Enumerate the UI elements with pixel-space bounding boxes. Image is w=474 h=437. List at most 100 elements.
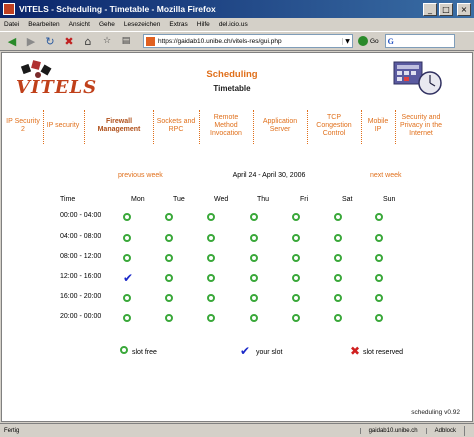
chevron-down-icon[interactable]: ▼: [342, 37, 352, 45]
nav-mobile-ip[interactable]: Mobile IP: [364, 102, 392, 150]
timetable-clock-icon: [393, 61, 442, 95]
stop-icon[interactable]: ✖: [61, 33, 77, 49]
next-week-link[interactable]: next week: [370, 172, 402, 179]
slot-free-icon[interactable]: [123, 294, 131, 302]
slot-free-icon[interactable]: [292, 234, 300, 242]
slot-free-icon[interactable]: [334, 294, 342, 302]
slot-free-icon[interactable]: [292, 274, 300, 282]
search-input[interactable]: G: [384, 34, 455, 48]
menu-edit[interactable]: Bearbeiten: [28, 21, 59, 28]
day-header-fri: Fri: [300, 196, 309, 203]
minimize-button[interactable]: _: [423, 2, 437, 16]
previous-week-link[interactable]: previous week: [118, 172, 163, 179]
menu-help[interactable]: Hilfe: [197, 21, 210, 28]
time-column-header: Time: [60, 196, 76, 203]
time-slot-label: 12:00 - 16:00: [60, 273, 102, 280]
slot-free-icon[interactable]: [375, 213, 383, 221]
slot-free-icon[interactable]: [165, 213, 173, 221]
slot-free-icon[interactable]: [375, 314, 383, 322]
nav-ip-security[interactable]: IP security: [46, 102, 80, 150]
slot-free-icon[interactable]: [250, 254, 258, 262]
status-adblock[interactable]: Adblock: [425, 427, 464, 434]
slot-free-icon[interactable]: [334, 213, 342, 221]
menu-tools[interactable]: Extras: [169, 21, 187, 28]
slot-free-icon[interactable]: [207, 274, 215, 282]
slot-free-icon: [120, 346, 128, 354]
window-title: VITELS - Scheduling - Timetable - Mozill…: [19, 4, 216, 14]
firefox-icon: [3, 3, 15, 15]
bookmark-star-icon[interactable]: ☆: [99, 33, 115, 49]
nav-firewall-management[interactable]: Firewall Management: [88, 102, 150, 150]
time-slot-label: 20:00 - 00:00: [60, 313, 102, 320]
status-host: gaidab10.unibe.ch: [359, 427, 426, 434]
nav-security-privacy[interactable]: Security and Privacy in the Internet: [398, 102, 444, 150]
menu-bookmarks[interactable]: Lesezeichen: [124, 21, 161, 28]
address-bar[interactable]: https://gaidab10.unibe.ch/vitels-res/gui…: [143, 34, 353, 48]
time-slot-label: 16:00 - 20:00: [60, 293, 102, 300]
slot-free-icon[interactable]: [165, 274, 173, 282]
reload-icon[interactable]: ↻: [42, 33, 58, 49]
resize-grip-icon[interactable]: [464, 425, 474, 436]
menu-view[interactable]: Ansicht: [69, 21, 90, 28]
slot-free-icon[interactable]: [292, 314, 300, 322]
slot-free-icon[interactable]: [165, 234, 173, 242]
print-icon[interactable]: ▤: [118, 33, 134, 49]
slot-free-icon[interactable]: [334, 234, 342, 242]
slot-free-icon[interactable]: [375, 294, 383, 302]
time-slot-label: 08:00 - 12:00: [60, 253, 102, 260]
status-bar: Fertig gaidab10.unibe.ch Adblock: [0, 423, 474, 437]
slot-free-icon[interactable]: [334, 314, 342, 322]
slot-free-icon[interactable]: [165, 314, 173, 322]
maximize-button[interactable]: □: [439, 2, 453, 16]
address-url[interactable]: https://gaidab10.unibe.ch/vitels-res/gui…: [158, 38, 342, 45]
nav-ip-security-2[interactable]: IP Security 2: [6, 102, 40, 150]
menu-delicious[interactable]: del.icio.us: [219, 21, 248, 28]
close-button[interactable]: ×: [457, 2, 471, 16]
slot-free-icon[interactable]: [207, 294, 215, 302]
slot-free-icon[interactable]: [292, 294, 300, 302]
day-header-wed: Wed: [214, 196, 229, 203]
back-arrow-icon[interactable]: ◀: [4, 33, 20, 49]
slot-free-icon[interactable]: [165, 254, 173, 262]
slot-free-icon[interactable]: [292, 213, 300, 221]
go-button[interactable]: Go: [370, 38, 379, 45]
slot-free-icon[interactable]: [375, 274, 383, 282]
slot-free-icon[interactable]: [123, 314, 131, 322]
home-icon[interactable]: ⌂: [80, 33, 96, 49]
slot-free-icon[interactable]: [207, 213, 215, 221]
nav-sockets-rpc[interactable]: Sockets and RPC: [156, 102, 196, 150]
menu-go[interactable]: Gehe: [99, 21, 115, 28]
slot-free-icon[interactable]: [375, 234, 383, 242]
slot-free-icon[interactable]: [250, 294, 258, 302]
forward-arrow-icon[interactable]: ▶: [23, 33, 39, 49]
navigation-toolbar: ◀ ▶ ↻ ✖ ⌂ ☆ ▤ https://gaidab10.unibe.ch/…: [0, 31, 474, 51]
page-content: VITELS Scheduling Timetable IP Security …: [1, 52, 473, 422]
nav-divider: [43, 110, 44, 144]
menu-file[interactable]: Datei: [4, 21, 19, 28]
legend-yours-label: your slot: [256, 349, 283, 356]
page-title: Scheduling: [206, 69, 258, 80]
page-subtitle: Timetable: [213, 84, 251, 93]
day-header-tue: Tue: [173, 196, 185, 203]
slot-free-icon[interactable]: [250, 274, 258, 282]
slot-free-icon[interactable]: [334, 274, 342, 282]
slot-free-icon[interactable]: [165, 294, 173, 302]
go-arrow-icon[interactable]: [358, 36, 368, 46]
slot-free-icon[interactable]: [250, 314, 258, 322]
nav-remote-method-invocation[interactable]: Remote Method Invocation: [202, 102, 250, 150]
course-nav: IP Security 2 IP security Firewall Manag…: [6, 102, 446, 150]
slot-free-icon[interactable]: [123, 213, 131, 221]
nav-application-server[interactable]: Application Server: [256, 102, 304, 150]
nav-divider: [395, 110, 396, 144]
slot-free-icon[interactable]: [207, 254, 215, 262]
slot-free-icon[interactable]: [123, 234, 131, 242]
slot-free-icon[interactable]: [250, 213, 258, 221]
nav-tcp-congestion-control[interactable]: TCP Congestion Control: [310, 102, 358, 150]
slot-free-icon[interactable]: [207, 234, 215, 242]
slot-free-icon[interactable]: [250, 234, 258, 242]
slot-free-icon[interactable]: [123, 254, 131, 262]
slot-free-icon[interactable]: [375, 254, 383, 262]
slot-free-icon[interactable]: [334, 254, 342, 262]
slot-free-icon[interactable]: [292, 254, 300, 262]
slot-free-icon[interactable]: [207, 314, 215, 322]
